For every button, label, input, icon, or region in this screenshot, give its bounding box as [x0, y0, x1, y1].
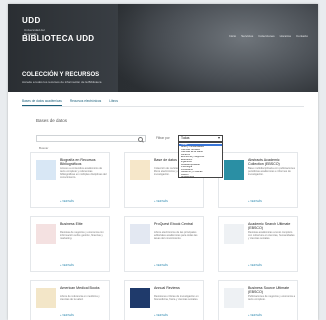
logo-text: UDD — [22, 16, 41, 25]
card-more-link[interactable]: + VER MÁS — [154, 264, 168, 267]
search-icon[interactable] — [138, 137, 143, 142]
card-description: Libros electrónicos de las principales e… — [154, 231, 198, 241]
resource-card[interactable]: Business Elite Revistas de negocios y eco… — [30, 216, 110, 272]
site-title[interactable]: BIBLIOTECA UDD — [22, 34, 94, 43]
review-icon — [130, 288, 150, 308]
card-title[interactable]: Business Elite — [60, 222, 108, 226]
search-db-icon — [224, 224, 244, 244]
search-box — [36, 135, 146, 151]
card-more-link[interactable]: + VER MÁS — [154, 314, 168, 317]
card-more-link[interactable]: + VER MÁS — [60, 200, 74, 203]
tab-bar: Bases de datos académicas Recursos elect… — [22, 98, 118, 106]
card-description: Libros de referencia en medicina y cienc… — [60, 295, 100, 302]
card-more-link[interactable]: + VER MÁS — [248, 264, 262, 267]
card-description: Revistas de negocios y economía con info… — [60, 231, 104, 241]
top-nav: Inicio Servicios Colecciones Horarios Co… — [229, 34, 308, 38]
medical-icon — [36, 288, 56, 308]
page-heading: Bases de datos — [36, 118, 68, 123]
filter-option[interactable]: Arquitectura — [179, 176, 222, 179]
tabs-divider — [22, 106, 304, 107]
tab-libros[interactable]: Libros — [109, 98, 118, 106]
filter-select[interactable]: Todas — [178, 135, 223, 142]
ebook-icon — [130, 224, 150, 244]
hero-banner: UDDUniversidad del Desarrollo BIBLIOTECA… — [8, 4, 318, 92]
db-icon — [224, 160, 244, 180]
business-icon — [36, 224, 56, 244]
card-title[interactable]: American Medical Books — [60, 286, 108, 290]
card-title[interactable]: Annual Reviews — [154, 286, 202, 290]
page: UDDUniversidad del Desarrollo BIBLIOTECA… — [8, 4, 318, 320]
card-more-link[interactable]: + VER MÁS — [60, 314, 74, 317]
resource-card[interactable]: Business Source Ultimate (EBSCO) Publicac… — [218, 280, 298, 320]
card-description: Publicaciones de negocios y economía a t… — [248, 295, 296, 302]
nav-item-servicios[interactable]: Servicios — [241, 34, 253, 38]
card-title[interactable]: Biografía en Recursos Bibliográficos — [60, 158, 108, 166]
card-description: Base multidisciplinaria con publicacione… — [248, 167, 296, 177]
card-title[interactable]: ProQuest Ebook Central — [154, 222, 202, 226]
card-more-link[interactable]: + VER MÁS — [248, 200, 262, 203]
tab-bases-datos[interactable]: Bases de datos académicas — [22, 98, 62, 106]
card-more-link[interactable]: + VER MÁS — [60, 264, 74, 267]
bsu-icon — [224, 288, 244, 308]
nav-item-inicio[interactable]: Inicio — [229, 34, 236, 38]
search-input[interactable] — [37, 145, 137, 151]
card-title[interactable]: Academic Search Ultimate (EBSCO) — [248, 222, 296, 230]
filter-label: Filtrar por — [156, 136, 170, 140]
resource-card[interactable]: Biografía en Recursos Bibliográficos Acce… — [30, 152, 110, 208]
nav-item-contacto[interactable]: Contacto — [296, 34, 308, 38]
tab-recursos-electronicos[interactable]: Recursos electrónicos — [70, 98, 101, 106]
card-title[interactable]: Abstracts Academic Collection (EBSCO) — [248, 158, 296, 166]
resource-card[interactable]: ProQuest Ebook Central Libros electrónico… — [124, 216, 204, 272]
filter-selected-value: Todas — [181, 136, 190, 140]
section-title: COLECCIÓN Y RECURSOS — [22, 72, 100, 78]
nav-item-horarios[interactable]: Horarios — [280, 34, 291, 38]
resource-card[interactable]: Annual Reviews Revisiones críticas de inv… — [124, 280, 204, 320]
chevron-down-icon — [218, 137, 220, 139]
resource-card[interactable]: American Medical Books Libros de referenc… — [30, 280, 110, 320]
nav-item-colecciones[interactable]: Colecciones — [258, 34, 274, 38]
card-more-link[interactable]: + VER MÁS — [154, 200, 168, 203]
card-description: Acceso a contenidos académicos de texto … — [60, 167, 107, 180]
udd-logo[interactable]: UDDUniversidad del Desarrollo — [22, 10, 56, 36]
resource-card[interactable]: Abstracts Academic Collection (EBSCO) Bas… — [218, 152, 298, 208]
card-title[interactable]: Business Source Ultimate (EBSCO) — [248, 286, 296, 294]
resource-card[interactable]: Academic Search Ultimate (EBSCO) Revistas… — [218, 216, 298, 272]
card-description: Revisiones críticas de investigación en … — [154, 295, 199, 302]
section-subtitle: Accede a todos los recursos de informaci… — [22, 80, 102, 84]
card-more-link[interactable]: + VER MÁS — [248, 314, 262, 317]
globe-icon — [36, 160, 56, 180]
card-description: Revistas académicas a texto completo con… — [248, 231, 295, 241]
filter-dropdown-list: Todas Artes y Humanidades Ciencias Sociale… — [178, 142, 223, 178]
book-icon — [130, 160, 150, 180]
